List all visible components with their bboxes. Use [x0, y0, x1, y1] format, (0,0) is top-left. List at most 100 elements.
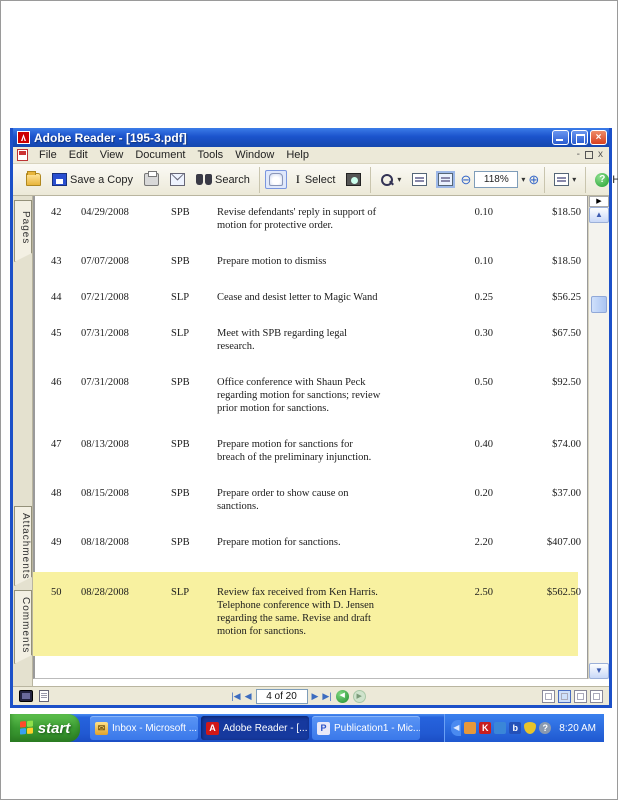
- toolbar: Save a Copy Search I Select ▾ ⊖ 118% ▾ ⊕: [13, 164, 609, 196]
- next-page-button[interactable]: ▶: [312, 691, 319, 702]
- previous-view-button[interactable]: ◀: [336, 690, 349, 703]
- full-screen-icon[interactable]: [19, 690, 33, 702]
- row-hours: 0.50: [435, 376, 493, 415]
- window-title: Adobe Reader - [195-3.pdf]: [34, 131, 550, 145]
- email-button[interactable]: [166, 170, 189, 189]
- pdf-document-icon: [17, 149, 28, 161]
- open-button[interactable]: [22, 170, 45, 189]
- menu-edit[interactable]: Edit: [63, 148, 94, 162]
- first-page-button[interactable]: |◀: [231, 691, 240, 702]
- tray-messenger-icon[interactable]: [464, 722, 476, 734]
- page-display-button[interactable]: ▾: [550, 170, 580, 189]
- page-size-icon[interactable]: [39, 690, 49, 702]
- row-description: Meet with SPB regarding legal research.: [217, 327, 435, 353]
- row-initials: SPB: [171, 487, 217, 513]
- email-icon: [170, 173, 185, 186]
- open-folder-icon: [26, 173, 41, 186]
- next-view-button[interactable]: ▶: [353, 690, 366, 703]
- fit-width-button[interactable]: [434, 170, 457, 189]
- doc-close-button[interactable]: x: [598, 150, 603, 160]
- select-tool-button[interactable]: I Select: [290, 170, 340, 189]
- windows-logo-icon: [20, 720, 34, 735]
- taskbar-item-adobe-reader[interactable]: A Adobe Reader - [...: [201, 716, 309, 740]
- taskbar-item-inbox[interactable]: ✉ Inbox - Microsoft ...: [90, 716, 198, 740]
- tab-pages[interactable]: Pages: [14, 200, 32, 262]
- tray-network-icon[interactable]: [494, 722, 506, 734]
- single-page-layout-icon[interactable]: [542, 690, 555, 703]
- scrollbar-menu-arrow-icon[interactable]: ▶: [589, 196, 609, 207]
- tray-k-app-icon[interactable]: K: [479, 722, 491, 734]
- doc-restore-button[interactable]: [585, 151, 593, 159]
- tray-help-icon[interactable]: ?: [539, 722, 551, 734]
- row-amount: $92.50: [493, 376, 581, 415]
- taskbar-item-label: Publication1 - Mic...: [334, 723, 420, 734]
- continuous-layout-icon[interactable]: [558, 690, 571, 703]
- last-page-button[interactable]: ▶|: [322, 691, 331, 702]
- facing-layout-icon[interactable]: [574, 690, 587, 703]
- row-amount: $407.00: [493, 536, 581, 549]
- row-initials: SLP: [171, 586, 217, 638]
- table-row: 48 08/15/2008 SPB Prepare order to show …: [51, 487, 587, 513]
- menu-file[interactable]: File: [33, 148, 63, 162]
- row-amount: $37.00: [493, 487, 581, 513]
- snapshot-camera-icon: [346, 173, 361, 186]
- zoom-tool-button[interactable]: ▾: [376, 170, 405, 190]
- taskbar-clock: 8:20 AM: [559, 723, 596, 734]
- tab-attachments[interactable]: Attachments: [14, 506, 32, 586]
- fit-width-icon: [438, 173, 453, 186]
- table-row: 42 04/29/2008 SPB Revise defendants' rep…: [51, 206, 587, 232]
- row-date: 08/13/2008: [81, 438, 171, 464]
- row-description: Review fax received from Ken Harris. Tel…: [217, 586, 435, 638]
- snapshot-button[interactable]: [342, 170, 365, 189]
- adobe-reader-window: Adobe Reader - [195-3.pdf] × File Edit V…: [10, 128, 612, 708]
- start-button[interactable]: start: [10, 714, 80, 742]
- zoom-level-input[interactable]: 118%: [474, 171, 518, 188]
- hand-tool-button[interactable]: [265, 170, 287, 189]
- title-bar[interactable]: Adobe Reader - [195-3.pdf] ×: [13, 128, 609, 147]
- magnifier-icon: [380, 173, 394, 187]
- table-row: 47 08/13/2008 SPB Prepare motion for san…: [51, 438, 587, 464]
- document-area: 42 04/29/2008 SPB Revise defendants' rep…: [33, 196, 609, 686]
- row-number: 48: [51, 487, 81, 513]
- restore-button[interactable]: [571, 130, 588, 145]
- menu-view[interactable]: View: [94, 148, 130, 162]
- help-button[interactable]: ? Help ▾: [591, 170, 618, 190]
- scrollbar-thumb[interactable]: [591, 296, 607, 313]
- save-a-copy-button[interactable]: Save a Copy: [48, 170, 137, 189]
- zoom-level-dropdown-arrow[interactable]: ▾: [521, 175, 525, 184]
- adobe-reader-icon: A: [206, 722, 219, 735]
- tray-b-app-icon[interactable]: b: [509, 722, 521, 734]
- continuous-facing-layout-icon[interactable]: [590, 690, 603, 703]
- search-button[interactable]: Search: [192, 170, 254, 189]
- row-initials: SPB: [171, 255, 217, 268]
- minimize-button[interactable]: [552, 130, 569, 145]
- taskbar-item-publication[interactable]: P Publication1 - Mic...: [312, 716, 420, 740]
- menu-window[interactable]: Window: [229, 148, 280, 162]
- tab-comments[interactable]: Comments: [14, 590, 32, 664]
- row-hours: 0.10: [435, 206, 493, 232]
- menu-tools[interactable]: Tools: [192, 148, 230, 162]
- hand-tool-icon: [269, 173, 283, 186]
- actual-size-button[interactable]: [408, 170, 431, 189]
- page-number-input[interactable]: 4 of 20: [256, 689, 308, 704]
- row-initials: SPB: [171, 438, 217, 464]
- print-button[interactable]: [140, 170, 163, 189]
- page-display-icon: [554, 173, 569, 186]
- zoom-in-button[interactable]: ⊕: [528, 173, 539, 186]
- tray-security-shield-icon[interactable]: [524, 722, 536, 734]
- hide-tray-icons-chevron-icon[interactable]: ◀: [451, 720, 461, 736]
- scroll-down-button[interactable]: ▼: [589, 663, 609, 679]
- scroll-up-button[interactable]: ▲: [589, 207, 609, 223]
- row-hours: 0.25: [435, 291, 493, 304]
- doc-minimize-button[interactable]: -: [577, 150, 580, 160]
- zoom-out-button[interactable]: ⊖: [460, 173, 471, 186]
- page-display-dropdown-arrow[interactable]: ▾: [572, 175, 576, 184]
- zoom-tool-dropdown-arrow[interactable]: ▾: [397, 175, 401, 184]
- menu-help[interactable]: Help: [280, 148, 315, 162]
- previous-page-button[interactable]: ◀: [245, 691, 252, 702]
- vertical-scrollbar[interactable]: ▶ ▲ ▼: [588, 196, 609, 679]
- row-number: 46: [51, 376, 81, 415]
- close-button[interactable]: ×: [590, 130, 607, 145]
- taskbar-item-label: Inbox - Microsoft ...: [112, 723, 197, 734]
- menu-document[interactable]: Document: [129, 148, 191, 162]
